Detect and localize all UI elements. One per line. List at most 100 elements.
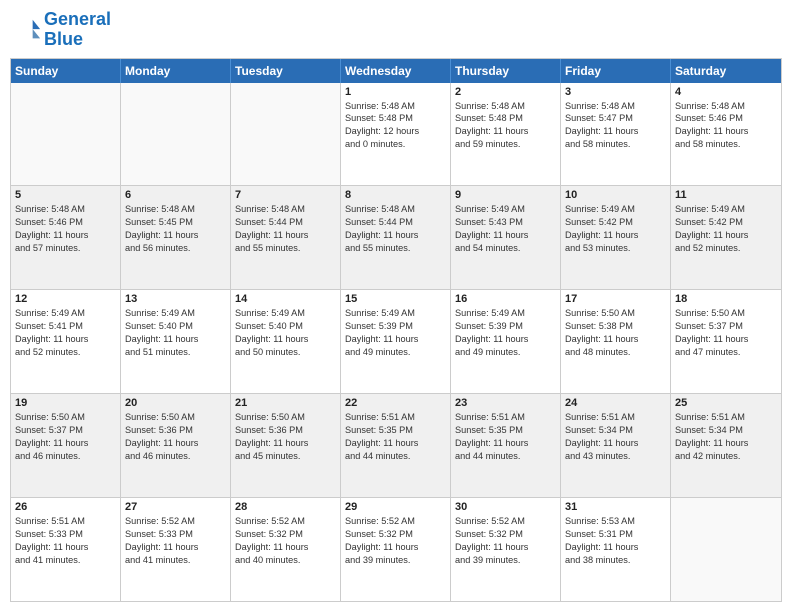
day-number: 22 <box>345 397 446 409</box>
cell-line: Sunrise: 5:49 AM <box>15 307 116 320</box>
weekday-header: Tuesday <box>231 59 341 83</box>
cell-line: and 53 minutes. <box>565 242 666 255</box>
cell-line: Sunrise: 5:48 AM <box>15 203 116 216</box>
calendar-cell <box>671 498 781 601</box>
cell-line: Daylight: 11 hours <box>235 541 336 554</box>
calendar-cell <box>231 83 341 186</box>
day-number: 4 <box>675 86 777 98</box>
cell-line: and 41 minutes. <box>125 554 226 567</box>
calendar-cell: 2Sunrise: 5:48 AMSunset: 5:48 PMDaylight… <box>451 83 561 186</box>
cell-line: and 52 minutes. <box>675 242 777 255</box>
cell-line: Sunrise: 5:49 AM <box>565 203 666 216</box>
calendar-cell: 31Sunrise: 5:53 AMSunset: 5:31 PMDayligh… <box>561 498 671 601</box>
cell-line: and 45 minutes. <box>235 450 336 463</box>
day-number: 26 <box>15 501 116 513</box>
day-number: 17 <box>565 293 666 305</box>
cell-line: Daylight: 11 hours <box>15 437 116 450</box>
calendar-cell: 29Sunrise: 5:52 AMSunset: 5:32 PMDayligh… <box>341 498 451 601</box>
cell-line: Sunset: 5:35 PM <box>345 424 446 437</box>
day-number: 27 <box>125 501 226 513</box>
calendar-cell: 26Sunrise: 5:51 AMSunset: 5:33 PMDayligh… <box>11 498 121 601</box>
cell-line: Daylight: 11 hours <box>565 437 666 450</box>
cell-line: Sunrise: 5:51 AM <box>675 411 777 424</box>
cell-line: Sunrise: 5:49 AM <box>455 307 556 320</box>
weekday-header: Saturday <box>671 59 781 83</box>
cell-line: Sunrise: 5:51 AM <box>345 411 446 424</box>
cell-line: Sunset: 5:38 PM <box>565 320 666 333</box>
cell-line: Sunset: 5:47 PM <box>565 112 666 125</box>
calendar-cell: 18Sunrise: 5:50 AMSunset: 5:37 PMDayligh… <box>671 290 781 393</box>
cell-line: Daylight: 11 hours <box>565 541 666 554</box>
cell-line: Sunset: 5:32 PM <box>345 528 446 541</box>
calendar-cell: 28Sunrise: 5:52 AMSunset: 5:32 PMDayligh… <box>231 498 341 601</box>
cell-line: and 56 minutes. <box>125 242 226 255</box>
calendar-cell: 5Sunrise: 5:48 AMSunset: 5:46 PMDaylight… <box>11 186 121 289</box>
cell-line: and 46 minutes. <box>125 450 226 463</box>
weekday-header: Wednesday <box>341 59 451 83</box>
cell-line: Daylight: 11 hours <box>455 437 556 450</box>
calendar-cell: 22Sunrise: 5:51 AMSunset: 5:35 PMDayligh… <box>341 394 451 497</box>
cell-line: Sunrise: 5:50 AM <box>235 411 336 424</box>
cell-line: Sunrise: 5:50 AM <box>125 411 226 424</box>
cell-line: Sunrise: 5:51 AM <box>565 411 666 424</box>
cell-line: Daylight: 11 hours <box>675 229 777 242</box>
cell-line: Sunset: 5:33 PM <box>125 528 226 541</box>
cell-line: Daylight: 11 hours <box>345 541 446 554</box>
cell-line: Sunset: 5:42 PM <box>675 216 777 229</box>
cell-line: Sunset: 5:40 PM <box>235 320 336 333</box>
cell-line: and 38 minutes. <box>565 554 666 567</box>
cell-line: and 46 minutes. <box>15 450 116 463</box>
calendar-cell: 15Sunrise: 5:49 AMSunset: 5:39 PMDayligh… <box>341 290 451 393</box>
cell-line: Sunset: 5:42 PM <box>565 216 666 229</box>
calendar-cell <box>121 83 231 186</box>
logo-text: General <box>44 10 111 30</box>
cell-line: Daylight: 11 hours <box>675 437 777 450</box>
cell-line: Sunset: 5:48 PM <box>455 112 556 125</box>
calendar-row: 19Sunrise: 5:50 AMSunset: 5:37 PMDayligh… <box>11 394 781 498</box>
cell-line: and 58 minutes. <box>565 138 666 151</box>
cell-line: Daylight: 11 hours <box>345 229 446 242</box>
cell-line: and 50 minutes. <box>235 346 336 359</box>
cell-line: and 41 minutes. <box>15 554 116 567</box>
cell-line: Sunrise: 5:51 AM <box>15 515 116 528</box>
weekday-header: Friday <box>561 59 671 83</box>
day-number: 20 <box>125 397 226 409</box>
day-number: 8 <box>345 189 446 201</box>
cell-line: Sunset: 5:45 PM <box>125 216 226 229</box>
day-number: 23 <box>455 397 556 409</box>
cell-line: Daylight: 11 hours <box>455 333 556 346</box>
weekday-header: Sunday <box>11 59 121 83</box>
cell-line: Sunset: 5:41 PM <box>15 320 116 333</box>
cell-line: Sunset: 5:43 PM <box>455 216 556 229</box>
calendar-cell: 12Sunrise: 5:49 AMSunset: 5:41 PMDayligh… <box>11 290 121 393</box>
cell-line: Sunset: 5:36 PM <box>125 424 226 437</box>
day-number: 3 <box>565 86 666 98</box>
cell-line: Sunset: 5:32 PM <box>455 528 556 541</box>
cell-line: Daylight: 11 hours <box>455 541 556 554</box>
day-number: 6 <box>125 189 226 201</box>
calendar-cell: 24Sunrise: 5:51 AMSunset: 5:34 PMDayligh… <box>561 394 671 497</box>
cell-line: and 55 minutes. <box>235 242 336 255</box>
calendar-row: 26Sunrise: 5:51 AMSunset: 5:33 PMDayligh… <box>11 498 781 601</box>
cell-line: and 51 minutes. <box>125 346 226 359</box>
cell-line: Daylight: 11 hours <box>675 125 777 138</box>
cell-line: and 49 minutes. <box>455 346 556 359</box>
calendar-cell: 20Sunrise: 5:50 AMSunset: 5:36 PMDayligh… <box>121 394 231 497</box>
day-number: 24 <box>565 397 666 409</box>
day-number: 10 <box>565 189 666 201</box>
calendar-cell: 14Sunrise: 5:49 AMSunset: 5:40 PMDayligh… <box>231 290 341 393</box>
cell-line: Sunrise: 5:52 AM <box>345 515 446 528</box>
cell-line: Sunrise: 5:49 AM <box>345 307 446 320</box>
calendar-cell: 13Sunrise: 5:49 AMSunset: 5:40 PMDayligh… <box>121 290 231 393</box>
calendar-cell: 8 Sunrise: 5:48 AMSunset: 5:44 PMDaylight… <box>341 186 451 289</box>
day-number: 2 <box>455 86 556 98</box>
cell-line: Sunrise: 5:49 AM <box>125 307 226 320</box>
cell-line: Sunrise: 5:49 AM <box>235 307 336 320</box>
cell-line: Sunrise: 5:48 AM <box>345 203 446 216</box>
calendar-body: 1Sunrise: 5:48 AMSunset: 5:48 PMDaylight… <box>11 83 781 601</box>
cell-line: Daylight: 11 hours <box>125 541 226 554</box>
cell-line: Sunset: 5:44 PM <box>345 216 446 229</box>
cell-line: and 57 minutes. <box>15 242 116 255</box>
logo-text2: Blue <box>44 30 111 50</box>
calendar-row: 12Sunrise: 5:49 AMSunset: 5:41 PMDayligh… <box>11 290 781 394</box>
